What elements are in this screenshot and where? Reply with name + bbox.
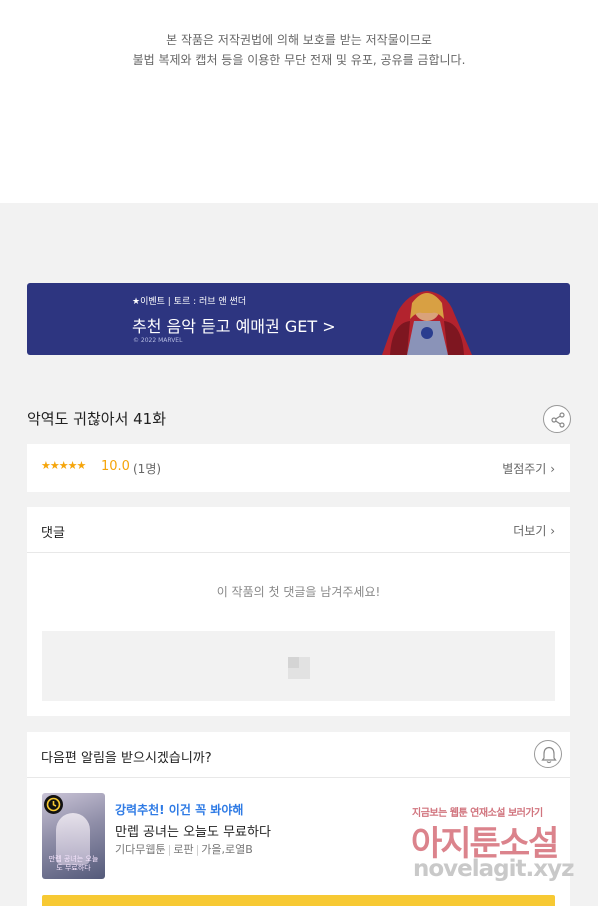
copyright-notice: 본 작품은 저작권법에 의해 보호를 받는 저작물이므로 불법 복제와 캡처 등…: [0, 30, 598, 70]
notify-bell-button[interactable]: [534, 740, 562, 768]
copyright-section: 본 작품은 저작권법에 의해 보호를 받는 저작물이므로 불법 복제와 캡처 등…: [0, 0, 598, 203]
notify-cta-button[interactable]: [42, 895, 555, 906]
rating-score: 10.0: [101, 459, 130, 474]
comments-more-button[interactable]: 더보기 ›: [513, 522, 555, 539]
share-button[interactable]: [543, 405, 571, 433]
wait-free-badge: [44, 795, 63, 814]
image-icon: [288, 657, 310, 679]
recommend-title[interactable]: 만렙 공녀는 오늘도 무료하다: [115, 821, 271, 840]
recommend-meta: 기다무웹툰 | 로판 | 가을,로열B: [115, 843, 253, 856]
meta-category: 기다무웹툰: [115, 843, 166, 856]
event-banner[interactable]: ★이벤트 | 토르 : 러브 앤 썬더 추천 음악 듣고 예매권 GET > ©…: [27, 283, 570, 355]
notify-title: 다음편 알림을 받으시겠습니까?: [41, 751, 212, 766]
banner-small-text: ★이벤트 | 토르 : 러브 앤 썬더: [132, 297, 247, 307]
comments-more-label: 더보기: [513, 524, 547, 538]
next-episode-notify-card: 다음편 알림을 받으시겠습니까? 만렙 공녀는 오늘도 무료하다 강력추천! 이…: [27, 732, 570, 906]
rating-card: ★★★★★ 10.0 (1명) 별점주기 ›: [27, 444, 570, 492]
meta-author: 가을,로열B: [201, 843, 253, 856]
rating-stars: ★★★★★: [41, 459, 86, 472]
banner-copyright: © 2022 MARVEL: [133, 337, 183, 344]
episode-title: 악역도 귀찮아서 41화: [27, 410, 167, 428]
share-icon: [551, 412, 565, 428]
copyright-line-1: 본 작품은 저작권법에 의해 보호를 받는 저작물이므로: [166, 33, 432, 47]
meta-genre: 로판: [173, 843, 194, 856]
comments-card: 댓글 더보기 › 이 작품의 첫 댓글을 남겨주세요!: [27, 507, 570, 716]
thumbnail-title-text: 만렙 공녀는 오늘도 무료하다: [48, 855, 99, 872]
comments-title: 댓글: [41, 526, 65, 541]
comment-input-area[interactable]: [42, 631, 555, 701]
divider: [27, 552, 570, 553]
rate-button-label: 별점주기: [502, 462, 547, 476]
chevron-right-icon: ›: [550, 462, 555, 476]
recommend-thumbnail[interactable]: 만렙 공녀는 오늘도 무료하다: [42, 793, 105, 879]
banner-main-text: 추천 음악 듣고 예매권 GET >: [132, 317, 336, 336]
banner-hero-image: [382, 291, 472, 355]
chevron-right-icon: ›: [550, 524, 555, 538]
rate-button[interactable]: 별점주기 ›: [502, 460, 555, 477]
recommend-tag: 강력추천! 이건 꼭 봐야해: [115, 803, 244, 817]
comments-empty-message: 이 작품의 첫 댓글을 남겨주세요!: [216, 585, 381, 599]
clock-icon: [46, 797, 61, 812]
divider: [27, 777, 570, 778]
copyright-line-2: 불법 복제와 캡처 등을 이용한 무단 전재 및 유포, 공유를 금합니다.: [132, 53, 466, 67]
bell-icon: [541, 746, 557, 764]
rating-count: (1명): [133, 462, 162, 476]
